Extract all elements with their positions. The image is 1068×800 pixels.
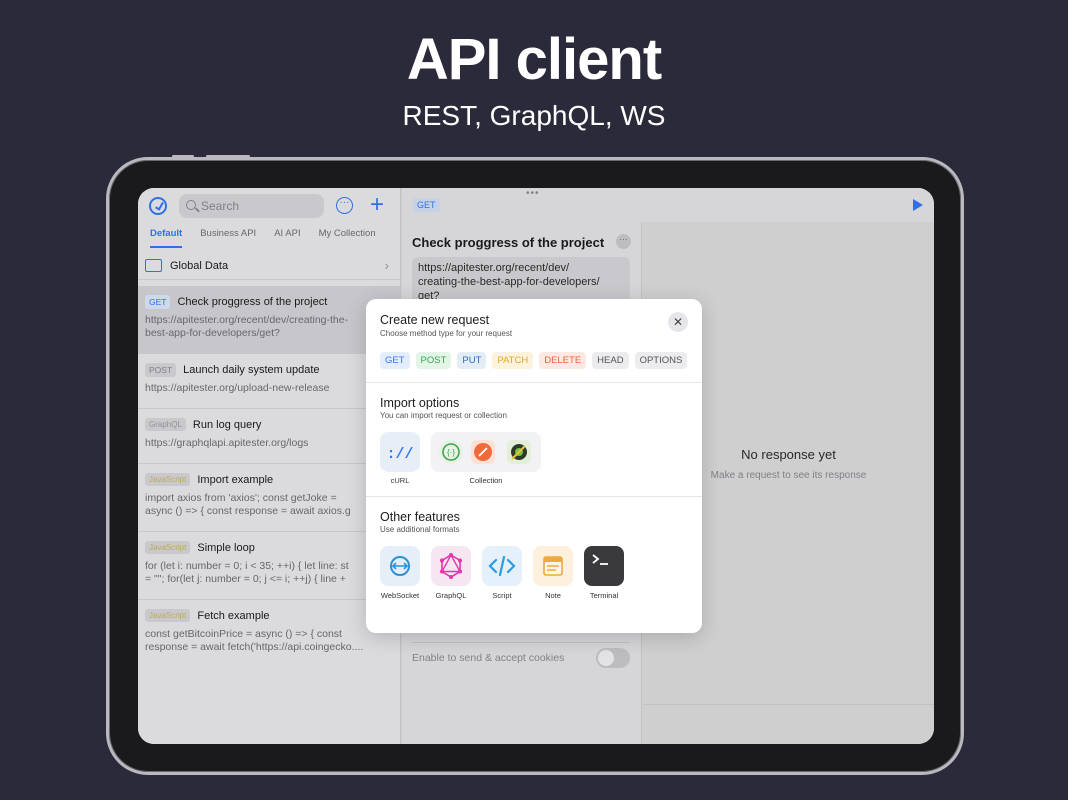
graphql-tile[interactable]	[431, 546, 471, 586]
terminal-icon	[592, 554, 608, 565]
volume-button	[172, 155, 194, 158]
insomnia-icon	[507, 440, 531, 464]
dialog-subtitle: Choose method type for your request	[380, 329, 513, 338]
script-tile[interactable]	[482, 546, 522, 586]
import-subtitle: You can import request or collection	[380, 411, 507, 420]
method-put[interactable]: PUT	[457, 352, 487, 369]
divider	[366, 496, 702, 497]
import-title: Import options	[380, 396, 460, 410]
other-features-title: Other features	[380, 510, 460, 524]
svg-text:://: ://	[386, 446, 413, 463]
collection-label: Collection	[469, 476, 503, 485]
dialog-title: Create new request	[380, 313, 490, 327]
close-icon[interactable]: ✕	[668, 312, 688, 332]
curl-tile[interactable]: ://	[380, 432, 420, 472]
postman-icon	[471, 440, 495, 464]
curl-label: cURL	[390, 476, 410, 485]
note-icon	[543, 556, 563, 576]
hero-title: API client	[406, 27, 662, 92]
postman-collection-icon: {·}	[439, 440, 463, 464]
note-tile[interactable]	[533, 546, 573, 586]
terminal-tile[interactable]	[584, 546, 624, 586]
method-delete[interactable]: DELETE	[539, 352, 587, 369]
graphql-icon	[440, 553, 462, 579]
method-head[interactable]: HEAD	[592, 352, 629, 369]
other-features-subtitle: Use additional formats	[380, 525, 460, 534]
curl-icon: ://	[386, 446, 413, 463]
websocket-icon	[390, 556, 410, 576]
method-get[interactable]: GET	[380, 352, 410, 369]
create-request-dialog: Create new request Choose method type fo…	[366, 299, 702, 633]
svg-text:{·}: {·}	[447, 448, 455, 457]
websocket-tile[interactable]	[380, 546, 420, 586]
hero-subtitle: REST, GraphQL, WS	[402, 100, 666, 131]
divider	[366, 382, 702, 383]
terminal-label: Terminal	[589, 591, 619, 600]
method-post[interactable]: POST	[415, 352, 452, 369]
method-patch[interactable]: PATCH	[492, 352, 534, 369]
code-icon	[488, 555, 516, 577]
method-chips: GET POST PUT PATCH DELETE HEAD OPTIONS	[380, 352, 688, 369]
power-button	[206, 155, 250, 158]
method-options[interactable]: OPTIONS	[634, 352, 688, 369]
